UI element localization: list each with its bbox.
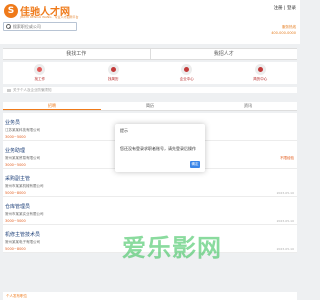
list-item[interactable]: 仓库管理员 常州市某某实业有限公司 3000~5000 2023-05-10 — [3, 197, 297, 225]
building-icon — [181, 64, 193, 75]
register-link[interactable]: 注册 — [274, 6, 283, 11]
document-icon — [254, 64, 266, 75]
hotline-label: 服务热线 — [282, 25, 296, 29]
list-item[interactable]: 采购副主管 常州市某某机械有限公司 5000~8000 2023-05-10 — [3, 169, 297, 197]
hotline-number: 400-000-0000 — [271, 31, 296, 35]
job-salary: 3000~5000 — [5, 135, 26, 139]
briefcase-icon — [34, 64, 46, 75]
job-company: 常州市某某机械有限公司 — [5, 184, 44, 188]
search-input[interactable] — [12, 24, 76, 29]
quick-links: 找工作 找简历 企业中心 简历中心 — [3, 62, 297, 84]
logo-icon: S — [4, 3, 18, 18]
job-date: 2023-05-10 — [276, 191, 294, 195]
tab-find-job[interactable]: 我找工作 — [3, 49, 150, 59]
notice-bar[interactable]: 关于个人及企业防骗须知 — [3, 87, 297, 93]
quick-company-center[interactable]: 企业中心 — [167, 64, 207, 84]
list-item[interactable]: 机修主管技术员 常州某某电子有限公司 5000~8000 2023-05-10 — [3, 225, 297, 253]
post-job-link[interactable]: 个人发布职位 — [3, 292, 297, 300]
job-salary: 5000~8000 — [5, 247, 26, 251]
quick-find-resume[interactable]: 找简历 — [93, 64, 133, 84]
resume-icon — [107, 64, 119, 75]
role-tabs: 我找工作 我招人才 — [3, 48, 297, 60]
job-salary: 5000~8000 — [5, 191, 26, 195]
job-title: 机修主管技术员 — [5, 232, 41, 238]
login-link[interactable]: 登录 — [287, 6, 296, 11]
job-salary: 3000~5000 — [5, 219, 26, 223]
auth-links: 注册 | 登录 — [274, 5, 296, 11]
dialog-title: 提示 — [120, 128, 128, 133]
job-salary: 3000~5000 — [5, 163, 26, 167]
tab-jobs[interactable]: 招聘 — [3, 102, 101, 110]
job-tag: 不限经验 — [280, 156, 294, 160]
notice-text: 关于个人及企业防骗须知 — [13, 88, 52, 92]
tab-find-talent[interactable]: 我招人才 — [149, 49, 298, 59]
ok-button[interactable]: 确定 — [190, 161, 200, 168]
auth-separator: | — [284, 6, 286, 11]
logo-tagline: JIACHI RENCAI WANG · 专业人才招聘平台 — [20, 15, 79, 19]
quick-find-job[interactable]: 找工作 — [20, 64, 60, 84]
tab-resumes[interactable]: 简历 — [101, 102, 199, 110]
job-title: 仓库管理员 — [5, 204, 31, 210]
tab-news[interactable]: 资讯 — [199, 102, 297, 110]
quick-resume-center[interactable]: 简历中心 — [240, 64, 280, 84]
dialog-message: 您还没有登录求职者账号，请先登录后操作 — [120, 146, 196, 151]
job-date: 2023-05-10 — [276, 247, 294, 251]
megaphone-icon — [7, 88, 11, 92]
site-header: S 佳驰人才网 JIACHI RENCAI WANG · 专业人才招聘平台 注册… — [0, 0, 300, 44]
search-box[interactable] — [3, 22, 77, 31]
list-tabs: 招聘 简历 资讯 — [3, 102, 297, 111]
job-company: 常州市某某实业有限公司 — [5, 212, 44, 216]
job-company: 常州某某电子有限公司 — [5, 240, 40, 244]
job-date: 2023-05-10 — [276, 219, 294, 223]
login-prompt-dialog: 提示 您还没有登录求职者账号，请先登录后操作 确定 — [115, 124, 205, 172]
search-icon — [6, 24, 11, 29]
